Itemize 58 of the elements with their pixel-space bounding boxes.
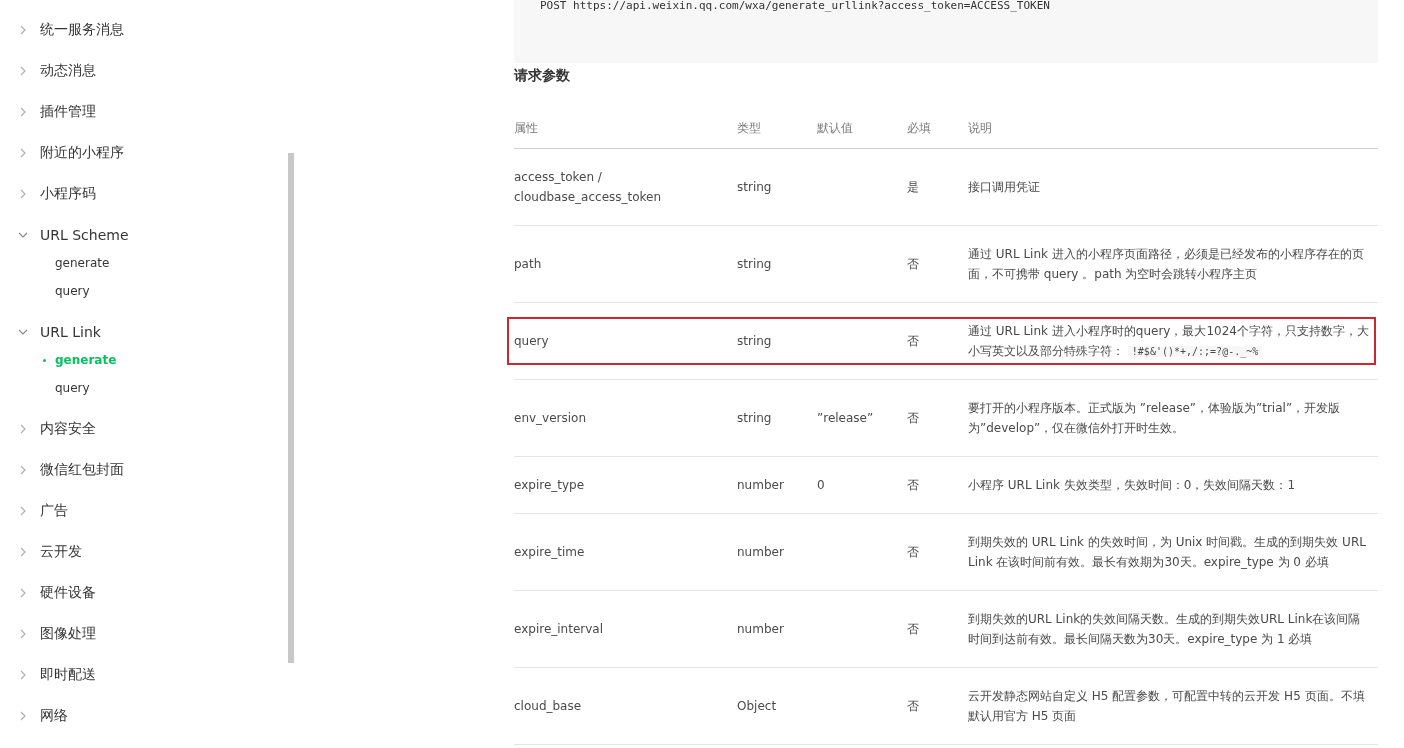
table-cell-text: number xyxy=(737,544,785,561)
scrollbar[interactable] xyxy=(288,153,294,663)
sidebar-item[interactable]: 小程序码 xyxy=(0,173,290,214)
sidebar-item[interactable]: 附近的小程序 xyxy=(0,132,290,173)
table-cell-text: 否 xyxy=(907,698,920,715)
table-cell-text: 到期失效的URL Link的失效间隔天数。生成的到期失效URL Link在该间隔时间到达前有效。最长间隔天数为30天。expire_type 为 1 必填 xyxy=(968,611,1362,648)
column-header: 说明 xyxy=(968,120,992,135)
table-cell-text: 小程序 URL Link 失效类型，失效时间：0，失效间隔天数：1 xyxy=(968,477,1297,494)
sidebar-item[interactable]: 内容安全 xyxy=(0,408,290,449)
column-header: 默认值 xyxy=(817,120,853,135)
table-cell-text: env_version xyxy=(514,410,588,427)
table-cell-text: string xyxy=(737,179,773,196)
table-cell-text: 否 xyxy=(907,256,920,273)
sidebar-item[interactable]: 硬件设备 xyxy=(0,572,290,613)
sidebar-item[interactable]: 图像处理 xyxy=(0,613,290,654)
table-cell-text: 到期失效的 URL Link 的失效时间，为 Unix 时间戳。生成的到期失效 URL Link 在该时间前有效。最长有效期为30天。expire_type 为 0 必填 xyxy=(968,534,1367,571)
table-cell-text: expire_type xyxy=(514,477,586,494)
table-cell-text: string xyxy=(737,256,773,273)
sidebar-subitem[interactable]: query xyxy=(0,277,290,305)
sidebar-item[interactable]: 插件管理 xyxy=(0,91,290,132)
table-cell-text: string xyxy=(737,333,773,350)
table-cell-text: 通过 URL Link 进入小程序时的query，最大1024个字符，只支持数字，大小写英文以及部分特殊字符： !#$&'()*+,/:;=?@-._~% xyxy=(968,322,1370,360)
table-cell-text: 要打开的小程序版本。正式版为 ”release”，体验版为”trial”，开发版为”develop”，仅在微信外打开时生效。 xyxy=(968,400,1342,437)
table-cell-text: query xyxy=(514,333,550,350)
sidebar-item[interactable]: 网络 xyxy=(0,695,290,736)
table-cell-text: 否 xyxy=(907,477,920,494)
table-cell-text: expire_time xyxy=(514,544,586,561)
table-cell-text: expire_interval xyxy=(514,621,605,638)
sidebar-subitem[interactable]: query xyxy=(0,374,290,402)
table-cell-text: ”release” xyxy=(817,410,875,427)
sidebar-item[interactable]: 微信红包封面 xyxy=(0,449,290,490)
table-cell-text: 否 xyxy=(907,410,920,427)
table-cell-text: 否 xyxy=(907,621,920,638)
bullet-icon xyxy=(43,359,46,362)
table-cell-text: 云开发静态网站自定义 H5 配置参数，可配置中转的云开发 H5 页面。不填默认用官方 H5 页面 xyxy=(968,688,1366,725)
table-cell-text: 否 xyxy=(907,544,920,561)
table-cell-text: 接口调用凭证 xyxy=(968,179,1041,196)
table-cell-text: 通过 URL Link 进入的小程序页面路径，必须是已经发布的小程序存在的页面，不可携带 query 。path 为空时会跳转小程序主页 xyxy=(968,246,1365,283)
section-title: 请求参数 xyxy=(514,66,571,85)
table-cell-text: number xyxy=(737,477,785,494)
table-cell-text: number xyxy=(737,621,785,638)
sidebar-item[interactable]: 广告 xyxy=(0,490,290,531)
table-cell-text: path xyxy=(514,256,543,273)
table-cell-text: 否 xyxy=(907,333,920,350)
sidebar-item[interactable]: 云开发 xyxy=(0,531,290,572)
column-header: 必填 xyxy=(907,120,931,135)
table-cell-text: cloud_base xyxy=(514,698,583,715)
sidebar-item[interactable]: 动态消息 xyxy=(0,50,290,91)
sidebar-item[interactable]: 统一服务消息 xyxy=(0,9,290,50)
table-cell-text: 是 xyxy=(907,179,920,196)
table-cell-text: string xyxy=(737,410,773,427)
column-header: 属性 xyxy=(514,120,538,135)
table-cell-text: access_token / cloudbase_access_token xyxy=(514,169,663,206)
table-cell-text: 0 xyxy=(817,477,826,494)
column-header: 类型 xyxy=(737,120,761,135)
table-cell-text: Object xyxy=(737,698,778,715)
code-block: POST https://api.weixin.qq.com/wxa/generate_urllink?access_token=ACCESS_TOKEN xyxy=(514,0,1378,63)
sidebar-item[interactable]: 即时配送 xyxy=(0,654,290,695)
